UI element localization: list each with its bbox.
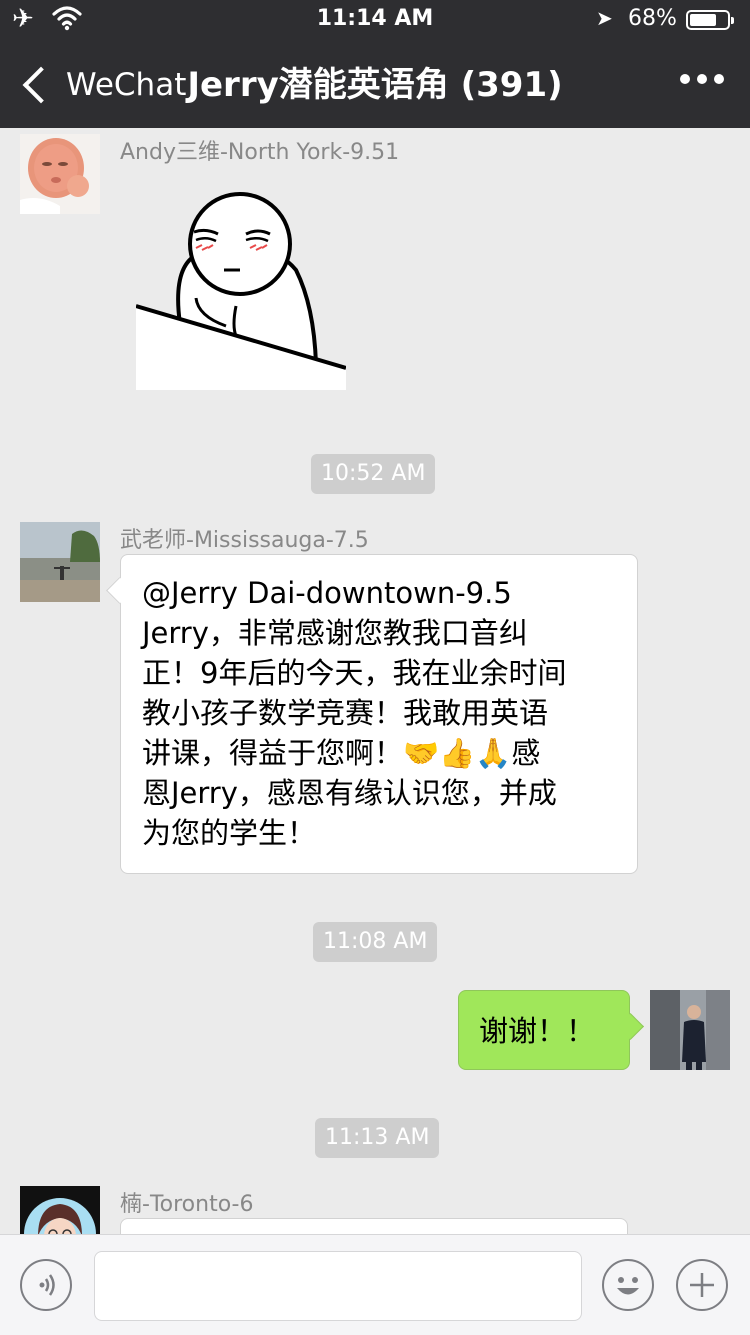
back-label: WeChat	[66, 67, 187, 103]
message-line: 正！9年后的今天，我在业余时间	[142, 656, 567, 690]
message-line: 为您的学生！	[142, 816, 317, 850]
timestamp: 11:08 AM	[313, 922, 438, 962]
sender-name: Andy三维-North York-9.51	[120, 140, 400, 165]
own-message-bubble[interactable]: 谢谢！！	[458, 990, 630, 1070]
more-icon[interactable]	[680, 74, 724, 84]
sticker-image[interactable]	[135, 186, 347, 390]
plus-icon[interactable]	[676, 1259, 728, 1311]
back-chevron-icon	[22, 66, 60, 104]
status-bar: ✈ 11:14 AM ➤ 68%	[0, 0, 750, 40]
timestamp: 11:13 AM	[315, 1118, 440, 1158]
chat-title: Jerry潜能英语角 (391)	[187, 65, 563, 105]
message-text: 谢谢！！	[479, 1014, 596, 1048]
message-input[interactable]	[94, 1251, 582, 1321]
emoji-icon[interactable]	[602, 1259, 654, 1311]
avatar[interactable]	[20, 134, 100, 214]
sender-name: 武老师-Mississauga-7.5	[120, 528, 369, 553]
message-bubble[interactable]: @Jerry Dai-downtown-9.5 Jerry，非常感谢您教我口音纠…	[120, 554, 638, 874]
message-line: 讲课，得益于您啊！🤝👍🙏感	[142, 736, 541, 770]
input-toolbar	[0, 1234, 750, 1335]
battery-percentage: 68%	[628, 6, 677, 31]
avatar[interactable]	[20, 522, 100, 602]
message-line: 教小孩子数学竞赛！我敢用英语	[142, 696, 549, 730]
message-line: 恩Jerry，感恩有缘认识您，并成	[142, 776, 557, 810]
location-arrow-icon: ➤	[596, 6, 613, 30]
message-line: @Jerry Dai-downtown-9.5	[142, 576, 512, 610]
sender-name: 楠-Toronto-6	[120, 1192, 254, 1217]
message-line: Jerry，非常感谢您教我口音纠	[142, 616, 528, 650]
back-button[interactable]: WeChat	[18, 62, 186, 108]
timestamp: 10:52 AM	[311, 454, 436, 494]
battery-icon	[686, 10, 734, 30]
own-avatar[interactable]	[650, 990, 730, 1070]
navigation-header: ✈ 11:14 AM ➤ 68% WeChat Jerry潜能英语角 (391)	[0, 0, 750, 128]
voice-icon[interactable]	[20, 1259, 72, 1311]
